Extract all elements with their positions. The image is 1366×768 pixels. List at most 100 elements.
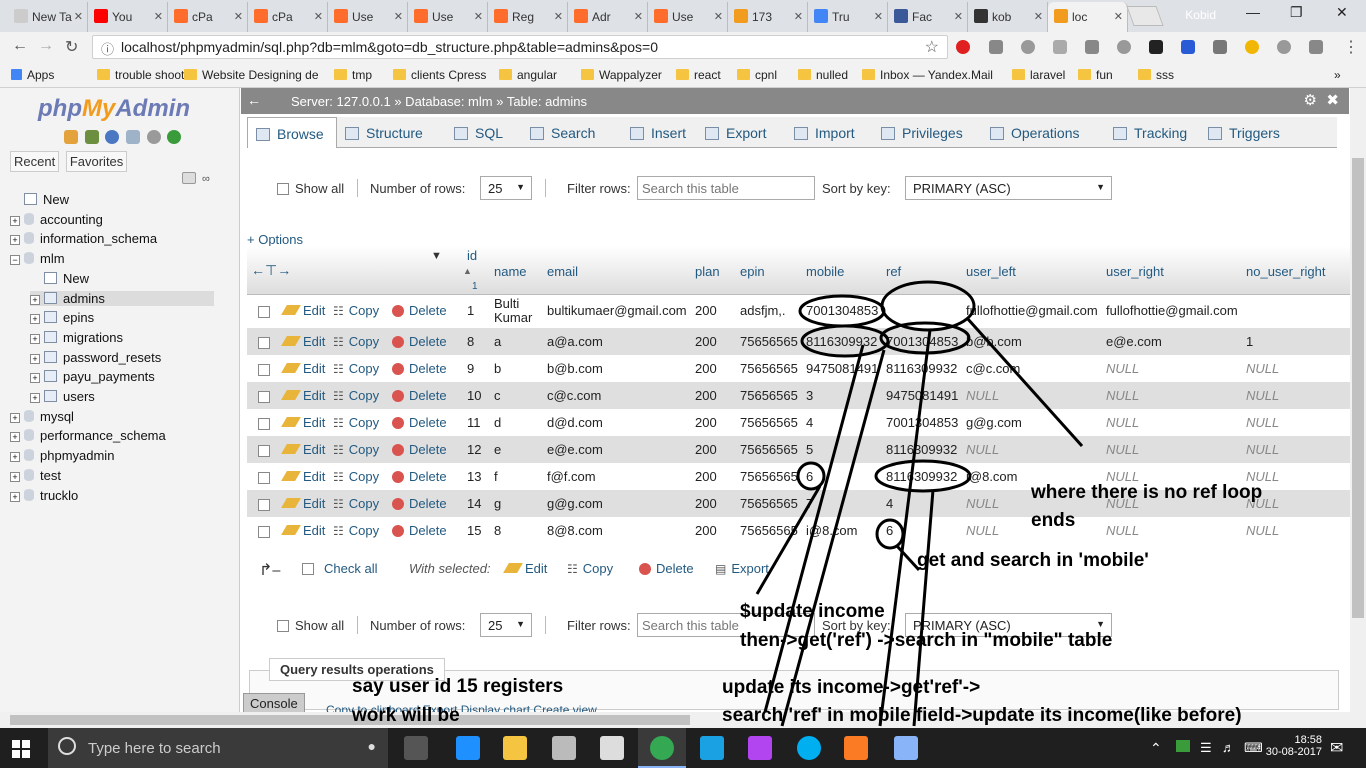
grid-extension-icon[interactable] (1053, 40, 1067, 54)
cell-mobile[interactable]: 4 (806, 415, 813, 430)
cell-ref[interactable]: 7001304853 (886, 415, 958, 430)
cell-epin[interactable]: 75656565 (740, 361, 798, 376)
cell-mobile[interactable]: 3 (806, 388, 813, 403)
cell-user-left[interactable]: fullofhottie@gmail.com (966, 303, 1098, 318)
cell-name[interactable]: Bulti Kumar (494, 297, 542, 325)
expand-icon[interactable]: + (30, 353, 40, 364)
back-icon[interactable]: ← (12, 37, 28, 55)
check-all-toggle[interactable]: Check all (302, 561, 377, 576)
cell-ref[interactable]: 8116309932 (886, 442, 957, 457)
reload-nav-icon[interactable] (167, 130, 182, 144)
expand-icon[interactable]: + (30, 294, 40, 305)
table-row[interactable]: Edit ☷ Copy Delete 1 Bulti Kumar bultikumaer@g… (247, 297, 1351, 328)
cell-epin[interactable]: adsfjm,. (740, 303, 786, 318)
tab-tracking[interactable]: Tracking (1105, 117, 1200, 148)
cell-plan[interactable]: 200 (695, 496, 717, 511)
camera-extension-icon[interactable] (1085, 40, 1099, 54)
cell-user-left[interactable]: g@g.com (966, 415, 1022, 430)
bookmark-item[interactable]: fun (1078, 68, 1113, 82)
row-checkbox[interactable] (258, 445, 270, 457)
cell-name[interactable]: f (494, 469, 498, 484)
tab-recent[interactable]: Recent (10, 151, 60, 172)
cell-plan[interactable]: 200 (695, 442, 717, 457)
tab-close-icon[interactable]: ✕ (954, 10, 963, 23)
gear-icon[interactable]: ⚙ (1304, 91, 1317, 109)
cell-no-user-right[interactable]: NULL (1246, 388, 1279, 403)
bookmark-item[interactable]: nulled (798, 68, 848, 82)
tab-close-icon[interactable]: ✕ (1034, 10, 1043, 23)
expand-icon[interactable]: + (10, 491, 20, 502)
browser-tab[interactable]: Reg ✕ (488, 2, 568, 32)
row-copy-button[interactable]: ☷ Copy (333, 415, 379, 430)
tab-close-icon[interactable]: ✕ (554, 10, 563, 23)
cell-plan[interactable]: 200 (695, 303, 717, 318)
new-tab-button[interactable] (1126, 6, 1164, 26)
show-all-checkbox[interactable] (277, 620, 289, 632)
row-copy-button[interactable]: ☷ Copy (333, 303, 379, 318)
row-copy-button[interactable]: ☷ Copy (333, 496, 379, 511)
cell-ref[interactable]: 6 (886, 523, 893, 538)
row-checkbox[interactable] (258, 364, 270, 376)
cell-mobile[interactable]: 8116309932 (806, 334, 877, 349)
expand-icon[interactable]: + (10, 471, 20, 482)
column-header-id[interactable]: id (467, 248, 477, 263)
row-checkbox[interactable] (258, 337, 270, 349)
mail-icon[interactable] (600, 736, 624, 760)
collapse-all-icon[interactable] (182, 172, 196, 184)
column-resize-arrows-icon[interactable]: ←⊤→ (251, 262, 291, 279)
clock[interactable]: 18:58 30-08-2017 (1262, 734, 1322, 758)
tree-item-test[interactable]: + test (10, 468, 61, 483)
tree-item-new[interactable]: New (30, 271, 89, 286)
expand-icon[interactable]: + (30, 393, 40, 403)
cell-user-right[interactable]: e@e.com (1106, 334, 1162, 349)
browser-tab[interactable]: 173 ✕ (728, 2, 808, 32)
expand-icon[interactable]: + (30, 373, 40, 384)
windows-start-icon[interactable] (12, 740, 30, 758)
bulk-export-button[interactable]: ▤ Export (715, 561, 769, 576)
phpstorm-icon[interactable] (748, 736, 772, 760)
close-window-icon[interactable]: ✕ (1336, 4, 1348, 21)
check-all-checkbox[interactable] (302, 563, 314, 575)
sort-by-key-select[interactable]: PRIMARY (ASC) ▼ (905, 176, 1112, 200)
cell-epin[interactable]: 75656565 (740, 334, 798, 349)
paint-icon[interactable] (894, 736, 918, 760)
tab-close-icon[interactable]: ✕ (394, 10, 403, 23)
notifications-icon[interactable]: ✉ (1330, 738, 1343, 758)
cell-no-user-right[interactable]: NULL (1246, 415, 1279, 430)
bookmark-item[interactable]: sss (1138, 68, 1174, 82)
xampp-icon[interactable] (844, 736, 868, 760)
cell-user-left[interactable]: NULL (966, 496, 999, 511)
browser-tab[interactable]: Use ✕ (648, 2, 728, 32)
table-row[interactable]: Edit ☷ Copy Delete 11 d d@d.com 200 75656565 4 700… (247, 409, 1351, 436)
tree-item-migrations[interactable]: + migrations (30, 330, 123, 345)
cell-plan[interactable]: 200 (695, 415, 717, 430)
cell-mobile[interactable]: 5 (806, 442, 813, 457)
browser-tab[interactable]: Fac ✕ (888, 2, 968, 32)
home-icon[interactable] (64, 130, 78, 144)
cell-name[interactable]: 8 (494, 523, 501, 538)
bulk-copy-button[interactable]: ☷ Copy (567, 561, 613, 576)
cell-id[interactable]: 10 (467, 388, 481, 403)
tree-item-phpmyadmin[interactable]: + phpmyadmin (10, 448, 114, 463)
console-button[interactable]: Console (243, 693, 305, 714)
cell-ref[interactable]: 4 (886, 496, 893, 511)
browser-tab[interactable]: kob ✕ (968, 2, 1048, 32)
site-info-icon[interactable]: ⓘ (101, 39, 114, 58)
bookmark-extension-icon[interactable] (1181, 40, 1195, 54)
tab-import[interactable]: Import (786, 117, 873, 148)
cell-epin[interactable]: 75656565 (740, 415, 798, 430)
expand-icon[interactable]: + (30, 333, 40, 344)
microphone-icon[interactable]: ● (368, 738, 376, 754)
settings-icon[interactable] (146, 130, 161, 144)
browser-tab[interactable]: cPa ✕ (168, 2, 248, 32)
keyboard-icon[interactable]: ⌨ (1244, 740, 1263, 756)
cell-id[interactable]: 14 (467, 496, 481, 511)
reload-icon[interactable]: ↻ (65, 37, 78, 57)
table-row[interactable]: Edit ☷ Copy Delete 15 8 8@8.com 200 75656565 i@8.… (247, 517, 1351, 544)
cell-epin[interactable]: 75656565 (740, 496, 798, 511)
tab-close-icon[interactable]: ✕ (154, 10, 163, 23)
show-all-toggle[interactable]: Show all (277, 181, 344, 196)
expand-icon[interactable]: + (10, 452, 20, 463)
cell-user-right[interactable]: fullofhottie@gmail.com (1106, 303, 1238, 318)
cell-user-left[interactable]: b@b.com (966, 334, 1022, 349)
